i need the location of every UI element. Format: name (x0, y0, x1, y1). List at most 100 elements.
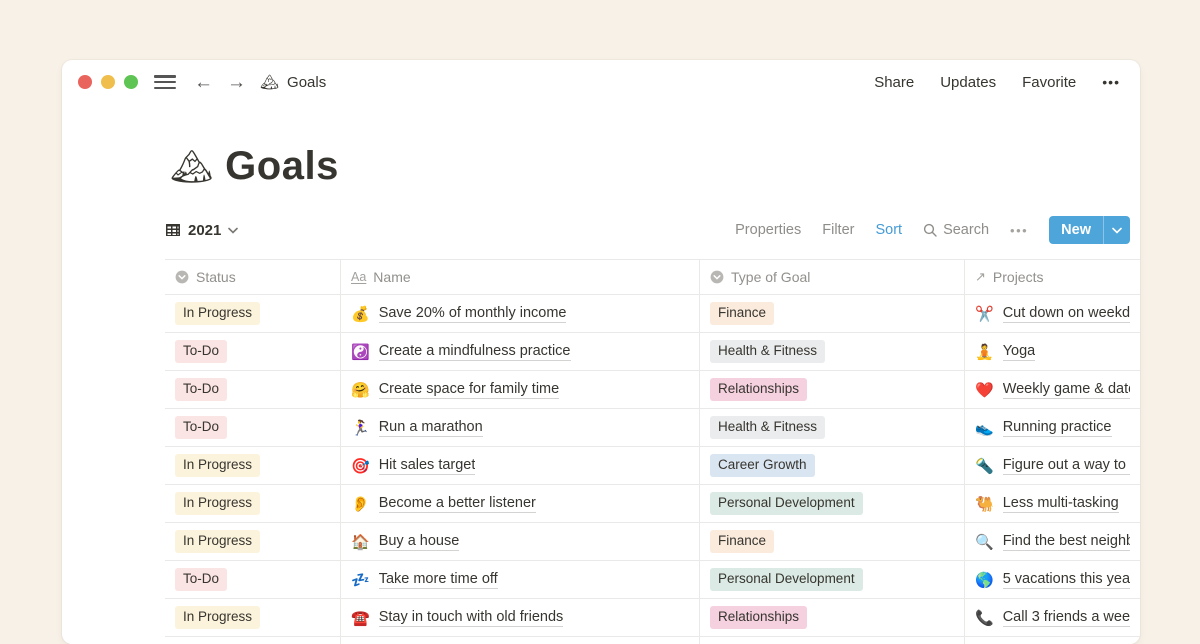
status-tag[interactable]: In Progress (175, 492, 260, 514)
status-cell[interactable]: To-Do (165, 561, 341, 598)
type-of-goal-tag[interactable]: Finance (710, 302, 774, 324)
status-tag[interactable]: In Progress (175, 530, 260, 552)
new-record-button[interactable]: New (1049, 216, 1130, 244)
table-row[interactable]: To-Do 💤 Take more time off Personal Deve… (165, 561, 1140, 599)
project-name-link[interactable]: Yoga (1003, 343, 1036, 361)
table-row[interactable]: In Progress 👂 Become a better listener P… (165, 485, 1140, 523)
name-cell[interactable]: 💤 Take more time off (341, 561, 700, 598)
project-name-link[interactable]: Call 3 friends a week (1003, 609, 1130, 627)
status-tag[interactable]: In Progress (175, 302, 260, 324)
table-row[interactable]: To-Do ☯️ Create a mindfulness practice H… (165, 333, 1140, 371)
project-name-link[interactable]: Cut down on weekday spending (1003, 305, 1130, 323)
column-header-status[interactable]: Status (165, 260, 341, 294)
type-of-goal-tag[interactable]: Personal Development (710, 492, 863, 514)
type-of-goal-tag[interactable]: Career Growth (710, 454, 815, 476)
type-of-goal-cell[interactable]: Finance (700, 523, 965, 560)
status-cell[interactable]: To-Do (165, 333, 341, 370)
type-of-goal-cell[interactable]: Finance (700, 295, 965, 332)
favorite-button[interactable]: Favorite (1022, 74, 1076, 91)
status-tag[interactable]: To-Do (175, 416, 227, 438)
more-options-icon[interactable]: ••• (1102, 74, 1120, 90)
type-of-goal-cell[interactable]: Health & Fitness (700, 409, 965, 446)
type-of-goal-cell[interactable]: Personal Development (700, 485, 965, 522)
projects-cell[interactable]: 🌎 5 vacations this year (965, 561, 1140, 598)
type-of-goal-tag[interactable]: Personal Development (710, 568, 863, 590)
goal-name-link[interactable]: Hit sales target (379, 457, 476, 475)
status-cell[interactable]: In Progress (165, 523, 341, 560)
type-of-goal-tag[interactable]: Health & Fitness (710, 340, 825, 362)
status-cell[interactable]: In Progress (165, 599, 341, 636)
projects-cell[interactable]: ❤️ Weekly game & date nights (965, 371, 1140, 408)
type-of-goal-tag[interactable]: Health & Fitness (710, 416, 825, 438)
name-cell[interactable]: 🏠 Buy a house (341, 523, 700, 560)
name-cell[interactable]: 🎯 Hit sales target (341, 447, 700, 484)
project-name-link[interactable]: Find the best neighborhood (1003, 533, 1130, 551)
status-tag[interactable]: To-Do (175, 340, 227, 362)
properties-button[interactable]: Properties (735, 222, 801, 238)
status-cell[interactable]: To-Do (165, 371, 341, 408)
projects-cell[interactable]: 🧘 Yoga (965, 333, 1140, 370)
project-name-link[interactable]: Less multi-tasking (1003, 495, 1119, 513)
breadcrumb[interactable]: 🏔 Goals (260, 73, 326, 91)
share-button[interactable]: Share (874, 74, 914, 91)
sidebar-menu-icon[interactable] (154, 75, 176, 89)
goal-name-link[interactable]: Create space for family time (379, 381, 560, 399)
projects-cell[interactable]: 🔦 Figure out a way to get leads (965, 447, 1140, 484)
column-header-type-of-goal[interactable]: Type of Goal (700, 260, 965, 294)
projects-cell[interactable]: 🐫 Less multi-tasking (965, 485, 1140, 522)
table-row[interactable]: To-Do 🤗 Create space for family time Rel… (165, 371, 1140, 409)
project-name-link[interactable]: Running practice (1003, 419, 1112, 437)
back-arrow-icon[interactable]: ← (194, 73, 213, 92)
updates-button[interactable]: Updates (940, 74, 996, 91)
project-name-link[interactable]: Figure out a way to get leads (1003, 457, 1130, 475)
name-cell[interactable]: 💰 Save 20% of monthly income (341, 295, 700, 332)
status-tag[interactable]: In Progress (175, 454, 260, 476)
filter-button[interactable]: Filter (822, 222, 854, 238)
name-cell[interactable]: 👂 Become a better listener (341, 485, 700, 522)
project-name-link[interactable]: 5 vacations this year (1003, 571, 1130, 589)
status-cell[interactable]: In Progress (165, 447, 341, 484)
goal-name-link[interactable]: Run a marathon (379, 419, 483, 437)
name-cell[interactable]: ☯️ Create a mindfulness practice (341, 333, 700, 370)
forward-arrow-icon[interactable]: → (227, 73, 246, 92)
type-of-goal-cell[interactable]: Personal Development (700, 561, 965, 598)
status-cell[interactable]: To-Do (165, 409, 341, 446)
status-cell[interactable]: In Progress (165, 295, 341, 332)
goal-name-link[interactable]: Stay in touch with old friends (379, 609, 564, 627)
status-tag[interactable]: To-Do (175, 568, 227, 590)
table-row[interactable]: To-Do 🏃‍♀️ Run a marathon Health & Fitne… (165, 409, 1140, 447)
project-name-link[interactable]: Weekly game & date nights (1003, 381, 1130, 399)
column-header-name[interactable]: Aa Name (341, 260, 700, 294)
name-cell[interactable]: 🤗 Create space for family time (341, 371, 700, 408)
close-window-button[interactable] (78, 75, 92, 89)
zoom-window-button[interactable] (124, 75, 138, 89)
new-button-label[interactable]: New (1049, 216, 1103, 244)
goal-name-link[interactable]: Save 20% of monthly income (379, 305, 567, 323)
minimize-window-button[interactable] (101, 75, 115, 89)
status-tag[interactable]: In Progress (175, 606, 260, 628)
type-of-goal-tag[interactable]: Relationships (710, 606, 807, 628)
sort-button[interactable]: Sort (875, 222, 902, 238)
table-row[interactable]: In Progress 💰 Save 20% of monthly income… (165, 295, 1140, 333)
type-of-goal-cell[interactable]: Career Growth (700, 447, 965, 484)
status-tag[interactable]: To-Do (175, 378, 227, 400)
goal-name-link[interactable]: Become a better listener (379, 495, 536, 513)
type-of-goal-cell[interactable]: Health & Fitness (700, 333, 965, 370)
view-switcher[interactable]: 2021 (165, 222, 238, 239)
projects-cell[interactable]: ✂️ Cut down on weekday spending (965, 295, 1140, 332)
type-of-goal-cell[interactable]: Relationships (700, 371, 965, 408)
new-button-dropdown[interactable] (1103, 216, 1130, 244)
type-of-goal-tag[interactable]: Relationships (710, 378, 807, 400)
projects-cell[interactable]: 📞 Call 3 friends a week (965, 599, 1140, 636)
search-button[interactable]: Search (923, 222, 989, 238)
goal-name-link[interactable]: Create a mindfulness practice (379, 343, 571, 361)
name-cell[interactable]: 🏃‍♀️ Run a marathon (341, 409, 700, 446)
view-more-options-icon[interactable]: ••• (1010, 223, 1028, 238)
projects-cell[interactable]: 🔍 Find the best neighborhood (965, 523, 1140, 560)
status-cell[interactable]: In Progress (165, 485, 341, 522)
type-of-goal-cell[interactable]: Relationships (700, 599, 965, 636)
table-row[interactable]: In Progress ☎️ Stay in touch with old fr… (165, 599, 1140, 637)
name-cell[interactable]: ☎️ Stay in touch with old friends (341, 599, 700, 636)
goal-name-link[interactable]: Take more time off (379, 571, 498, 589)
table-row[interactable]: In Progress 🎯 Hit sales target Career Gr… (165, 447, 1140, 485)
